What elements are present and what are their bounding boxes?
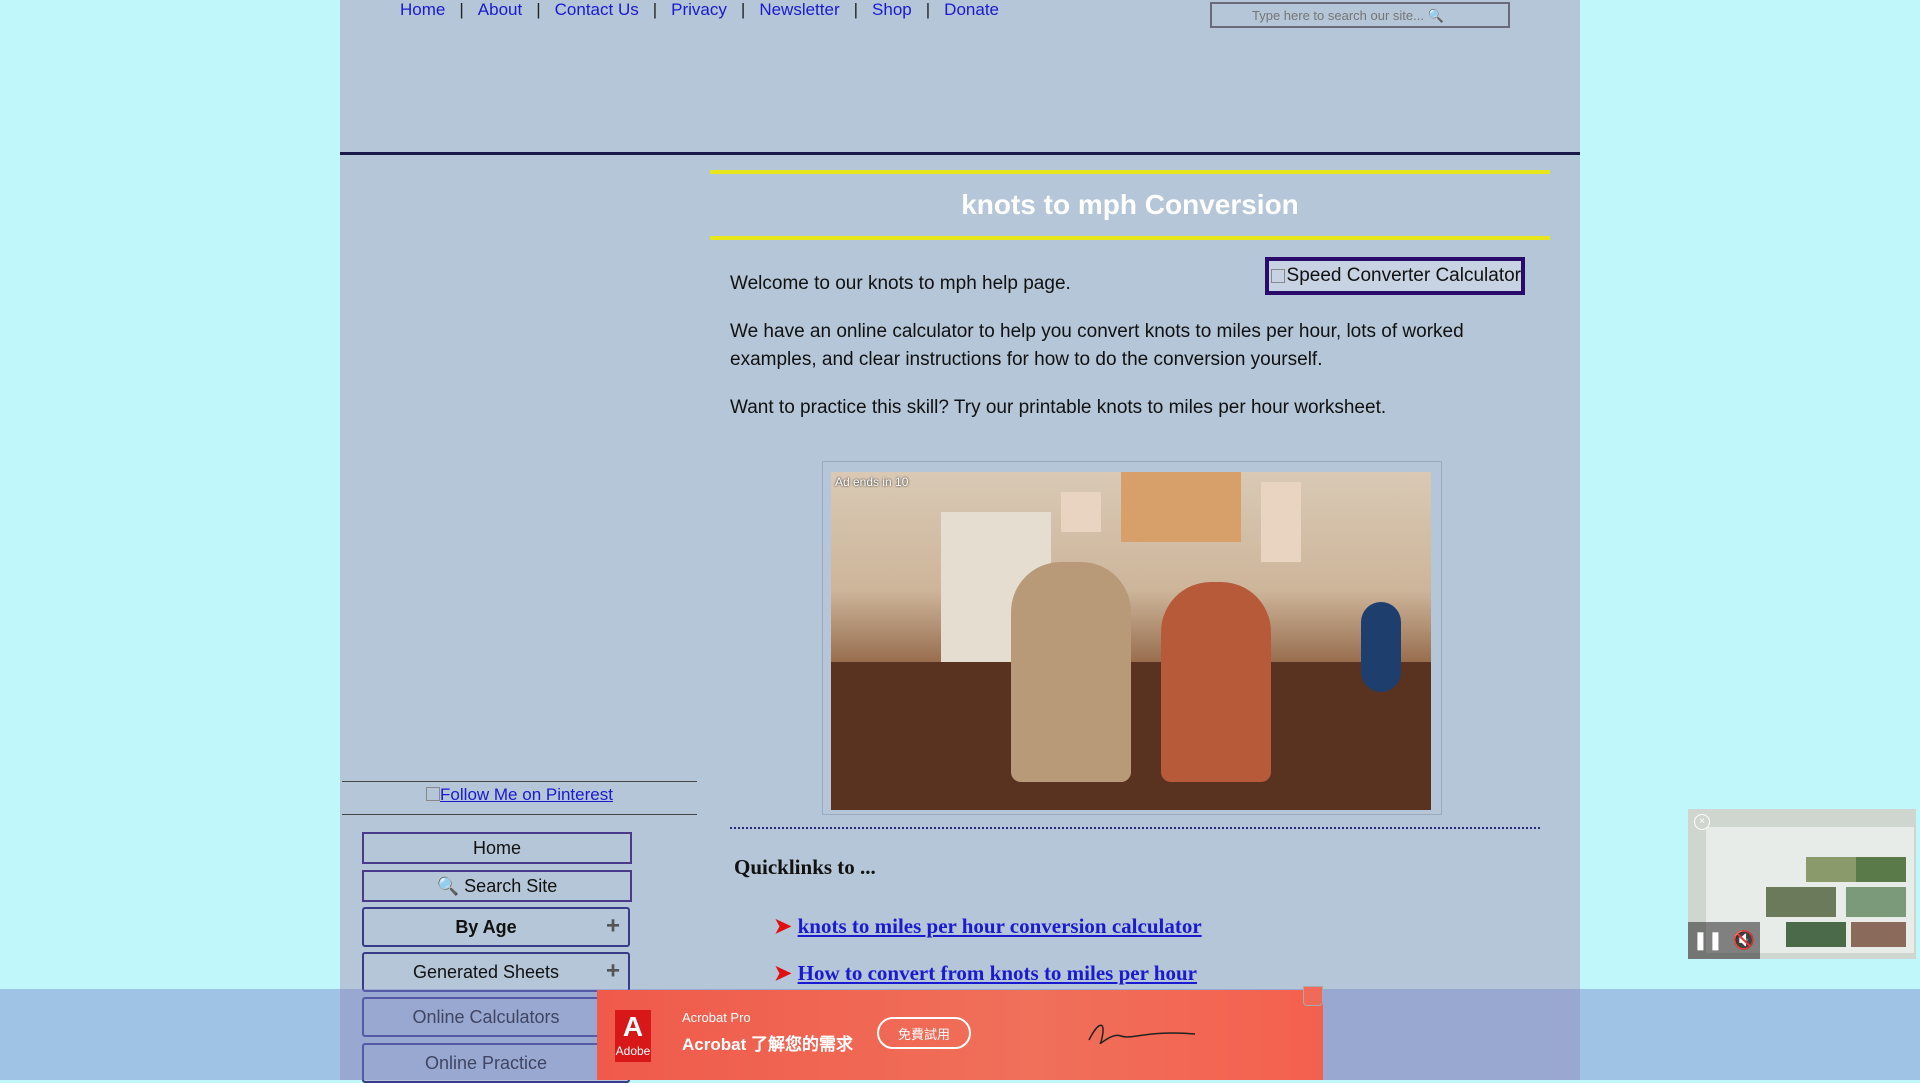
adobe-logo-icon: A xyxy=(622,1011,644,1042)
nav-privacy[interactable]: Privacy xyxy=(671,0,727,19)
nav-separator: | xyxy=(459,0,464,19)
practice-paragraph: Want to practice this skill? Try our pri… xyxy=(730,397,1387,418)
intro-paragraph: Welcome to our knots to mph help page. xyxy=(730,273,1071,294)
divider xyxy=(342,814,697,815)
nav-newsletter[interactable]: Newsletter xyxy=(759,0,839,19)
video-thumbnail xyxy=(1851,922,1906,947)
divider xyxy=(342,781,697,782)
ad-cta-button[interactable]: 免費試用 xyxy=(877,1017,971,1049)
nav-shop[interactable]: Shop xyxy=(872,0,912,19)
sidebar-item-by-age[interactable]: By Age + xyxy=(362,907,630,947)
title-band: knots to mph Conversion xyxy=(710,170,1550,240)
sidebar-item-home[interactable]: Home xyxy=(362,832,632,864)
expand-plus-icon[interactable]: + xyxy=(606,957,620,985)
ad-countdown-label: Ad ends in 10 xyxy=(835,475,909,489)
video-thumbnail xyxy=(1846,887,1906,917)
pinterest-follow-link[interactable]: Follow Me on Pinterest xyxy=(342,785,697,805)
nav-separator: | xyxy=(536,0,541,19)
signature-icon xyxy=(1088,1024,1196,1045)
adobe-banner-ad[interactable]: A Adobe Acrobat Pro Acrobat 了解您的需求 免費試用 xyxy=(597,990,1323,1080)
video-thumbnail xyxy=(1856,857,1906,882)
nav-donate[interactable]: Donate xyxy=(944,0,999,19)
sidebar-item-generated-sheets[interactable]: Generated Sheets + xyxy=(362,952,630,992)
video-thumbnail xyxy=(1806,857,1856,882)
quicklink-calculator[interactable]: knots to miles per hour conversion calcu… xyxy=(798,914,1202,938)
sidebar-item-label: 🔍 Search Site xyxy=(436,875,558,896)
close-icon[interactable]: × xyxy=(1694,814,1710,830)
sidebar-item-label: Generated Sheets xyxy=(412,961,560,982)
nav-about[interactable]: About xyxy=(478,0,522,19)
floating-video-player[interactable]: × ❚❚ 🔇 xyxy=(1688,809,1916,959)
arrow-bullet-icon: ➤ xyxy=(774,914,792,938)
quicklink-item: ➤ How to convert from knots to miles per … xyxy=(774,961,1197,986)
video-thumbnail xyxy=(1786,922,1846,947)
nav-separator: | xyxy=(925,0,931,19)
section-divider xyxy=(730,827,1540,829)
description-paragraph: We have an online calculator to help you… xyxy=(730,321,1464,370)
wall-art xyxy=(1061,492,1101,532)
nav-separator: | xyxy=(853,0,859,19)
ad-tagline: Acrobat 了解您的需求 xyxy=(682,1035,853,1054)
quicklinks-title: Quicklinks to ... xyxy=(734,855,876,879)
video-ad-player[interactable]: Ad ends in 10 xyxy=(831,472,1431,810)
video-scene-sofa xyxy=(831,662,1431,810)
ad-close-tab[interactable] xyxy=(1303,986,1323,1006)
video-ad-frame: Ad ends in 10 xyxy=(822,461,1442,815)
page-title: knots to mph Conversion xyxy=(961,189,1299,220)
adobe-brand-text: Adobe xyxy=(615,1044,651,1058)
ad-product-name: Acrobat Pro xyxy=(682,1010,751,1025)
nav-home[interactable]: Home xyxy=(400,0,445,19)
quicklink-item: ➤ knots to miles per hour conversion calc… xyxy=(774,914,1202,939)
sidebar-item-search-site[interactable]: 🔍 Search Site xyxy=(362,870,632,902)
video-scene-guitar xyxy=(1361,602,1401,692)
sidebar-item-label: By Age xyxy=(455,916,517,937)
quicklink-how-to-convert[interactable]: How to convert from knots to miles per h… xyxy=(798,961,1197,985)
wall-art xyxy=(1121,472,1241,542)
header-divider xyxy=(340,152,1580,155)
pause-icon[interactable]: ❚❚ xyxy=(1693,930,1723,951)
arrow-bullet-icon: ➤ xyxy=(774,961,792,985)
sidebar-item-label: Home xyxy=(472,837,521,858)
video-scene-person xyxy=(1011,562,1131,782)
pinterest-link-text: Follow Me on Pinterest xyxy=(440,785,613,804)
adobe-logo: A Adobe xyxy=(615,1010,651,1062)
nav-separator: | xyxy=(652,0,658,19)
expand-plus-icon[interactable]: + xyxy=(606,912,620,940)
floating-video-controls: ❚❚ 🔇 xyxy=(1688,922,1760,959)
nav-separator: | xyxy=(740,0,746,19)
search-input[interactable] xyxy=(1212,4,1508,26)
nav-contact-us[interactable]: Contact Us xyxy=(555,0,639,19)
page-container: Home | About | Contact Us | Privacy | Newsletter… xyxy=(340,0,1580,1083)
top-nav: Home | About | Contact Us | Privacy | Newsletter… xyxy=(400,0,999,20)
mute-icon[interactable]: 🔇 xyxy=(1733,930,1755,951)
site-search xyxy=(1210,2,1510,28)
broken-image-icon xyxy=(426,787,441,801)
video-scene-person xyxy=(1161,582,1271,782)
video-thumbnail xyxy=(1766,887,1836,917)
wall-art xyxy=(1261,482,1301,562)
